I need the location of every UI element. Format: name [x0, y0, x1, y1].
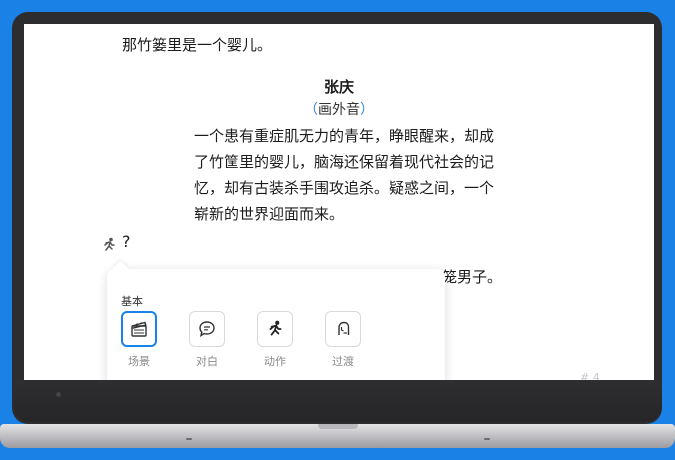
- running-person-icon[interactable]: [101, 237, 117, 253]
- dialogue-line: 一个患有重症肌无力的青年，睁眼醒来，却成: [194, 127, 495, 145]
- laptop-foot: [484, 438, 490, 440]
- parenthetical-text: 画外音: [318, 102, 360, 118]
- page-number: # 4: [580, 371, 600, 380]
- element-type-popup: 基本 场景 对白 动作 过渡: [107, 260, 445, 380]
- clapperboard-icon: [121, 311, 157, 347]
- current-line-input[interactable]: ?: [122, 232, 131, 251]
- dialogue-block[interactable]: 一个患有重症肌无力的青年，睁眼醒来，却成 了竹筐里的婴儿，脑海还保留着现代社会的…: [194, 123, 514, 227]
- character-name[interactable]: 张庆: [24, 76, 654, 97]
- action-line[interactable]: 那竹篓里是一个婴儿。: [122, 34, 272, 55]
- block-action-button[interactable]: 动作: [255, 311, 295, 369]
- popup-arrow: [112, 260, 129, 277]
- block-label: 过渡: [332, 355, 354, 368]
- dialogue-line: 忆，却有古装杀手围攻追杀。疑惑之间，一个: [194, 179, 495, 197]
- block-label: 场景: [128, 355, 150, 368]
- dialogue-line: 了竹筐里的婴儿，脑海还保留着现代社会的记: [194, 153, 495, 171]
- laptop-foot: [186, 438, 192, 440]
- block-transition-button[interactable]: 过渡: [323, 311, 363, 369]
- dialogue-line: 崭新的世界迎面而来。: [194, 205, 345, 223]
- laptop-chin: [14, 380, 662, 422]
- parenthetical-close: ）: [360, 102, 374, 118]
- block-scene-button[interactable]: 场景: [119, 311, 159, 369]
- block-label: 对白: [196, 355, 218, 368]
- block-dialogue-button[interactable]: 对白: [187, 311, 227, 369]
- speech-bubble-icon: [189, 311, 225, 347]
- block-label: 动作: [264, 355, 286, 368]
- parenthetical[interactable]: （画外音）: [24, 99, 654, 119]
- camera-dot: [56, 392, 61, 397]
- obscured-line[interactable]: 笼男子。: [442, 266, 502, 287]
- running-person-icon: [257, 311, 293, 347]
- parenthetical-open: （: [304, 102, 318, 118]
- section-label-basic: 基本: [121, 295, 143, 308]
- transition-icon: [325, 311, 361, 347]
- laptop-notch: [318, 424, 358, 429]
- editor-screen: 那竹篓里是一个婴儿。 张庆 （画外音） 一个患有重症肌无力的青年，睁眼醒来，却成…: [24, 24, 654, 380]
